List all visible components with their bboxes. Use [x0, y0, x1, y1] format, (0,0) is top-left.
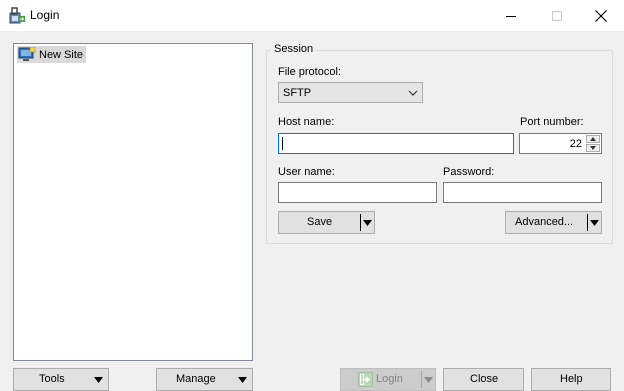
tools-button-label: Tools	[39, 373, 65, 385]
manage-button[interactable]: Manage	[156, 368, 253, 391]
password-input[interactable]	[443, 182, 602, 203]
file-protocol-label: File protocol:	[278, 66, 341, 78]
port-number-value: 22	[569, 138, 582, 150]
password-label: Password:	[443, 166, 495, 178]
arrow-down-icon	[590, 146, 596, 150]
file-protocol-value: SFTP	[283, 87, 312, 99]
tree-item-label: New Site	[39, 48, 84, 61]
dropdown-arrow-icon[interactable]	[424, 377, 433, 383]
minimize-button[interactable]	[488, 0, 534, 31]
port-number-spinner[interactable]: 22	[519, 133, 602, 154]
maximize-button[interactable]	[534, 0, 580, 31]
minimize-icon	[506, 15, 516, 17]
port-number-label: Port number:	[520, 116, 584, 128]
close-button-label: Close	[470, 373, 499, 385]
save-button[interactable]: Save	[278, 211, 375, 234]
port-decrement-button[interactable]	[586, 144, 600, 152]
title-bar: Login	[0, 0, 624, 31]
help-button-label: Help	[560, 373, 583, 385]
text-caret	[282, 137, 283, 150]
chevron-down-icon	[408, 90, 418, 96]
advanced-button[interactable]: Advanced...	[505, 211, 602, 234]
advanced-button-label: Advanced...	[515, 216, 574, 228]
maximize-icon	[552, 10, 562, 21]
file-protocol-select[interactable]: SFTP	[278, 82, 423, 103]
arrow-up-icon	[590, 137, 596, 141]
dropdown-arrow-icon	[238, 377, 247, 383]
login-icon	[358, 372, 373, 387]
login-button-label: Login	[376, 373, 403, 385]
window-title: Login	[30, 8, 60, 22]
close-window-button[interactable]	[578, 0, 624, 31]
dropdown-arrow-icon[interactable]	[590, 220, 599, 226]
session-group-label: Session	[271, 43, 317, 55]
save-button-label: Save	[307, 216, 333, 228]
help-button[interactable]: Help	[531, 368, 611, 391]
host-name-input[interactable]	[278, 133, 514, 154]
login-button[interactable]: Login	[340, 368, 436, 391]
close-button[interactable]: Close	[443, 368, 524, 391]
manage-button-label: Manage	[176, 373, 216, 385]
dropdown-arrow-icon	[94, 377, 103, 383]
user-name-label: User name:	[278, 166, 335, 178]
site-tree[interactable]: New Site	[13, 43, 253, 361]
split-separator	[421, 371, 422, 388]
user-name-input[interactable]	[278, 182, 437, 203]
winscp-login-icon	[9, 7, 25, 24]
host-name-label: Host name:	[278, 116, 335, 128]
close-icon	[595, 9, 607, 22]
tree-item-new-site[interactable]: New Site	[17, 46, 87, 63]
split-separator	[587, 214, 588, 231]
port-increment-button[interactable]	[586, 135, 600, 143]
dropdown-arrow-icon[interactable]	[363, 220, 372, 226]
computer-icon	[18, 47, 36, 61]
split-separator	[360, 214, 361, 231]
tools-button[interactable]: Tools	[13, 368, 109, 391]
port-spin-buttons	[586, 135, 600, 152]
